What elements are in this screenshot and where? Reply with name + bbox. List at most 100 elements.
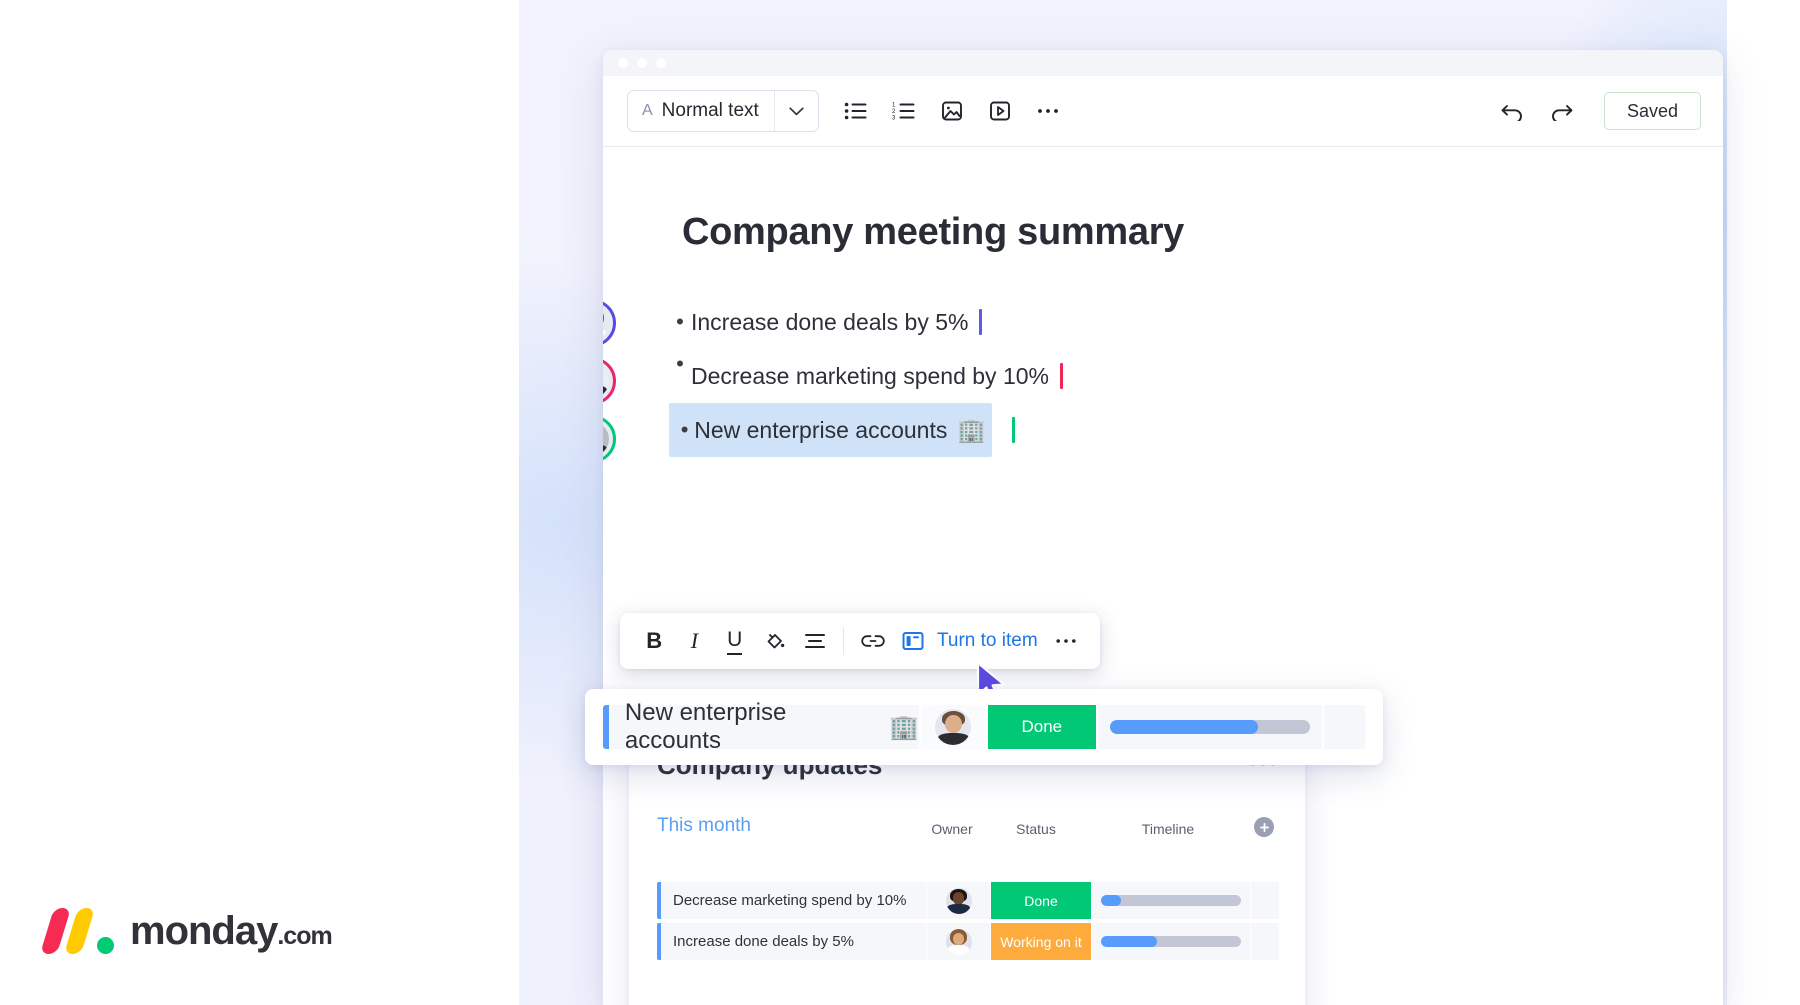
collaborator-caret [1059, 363, 1063, 389]
bullet-marker: • [676, 309, 684, 334]
row-tail-cell [1323, 705, 1366, 749]
avatar[interactable] [603, 415, 616, 463]
logo-name: monday [130, 908, 278, 953]
logo-suffix: .com [277, 921, 332, 950]
dragged-item-row[interactable]: New enterprise accounts 🏢 Done [585, 689, 1383, 765]
window-maximize-dot[interactable] [656, 58, 666, 68]
collaborator-avatars [603, 299, 616, 473]
italic-label: I [690, 628, 699, 653]
bullet-marker: • [676, 351, 684, 376]
browser-window: A Normal text 1 2 3 Saved Company meetin… [603, 50, 1723, 1005]
row-tail-cell [1251, 882, 1279, 919]
row-name[interactable]: Decrease marketing spend by 10% [661, 882, 927, 919]
link-icon[interactable] [852, 619, 892, 663]
collaborator-caret [1012, 417, 1015, 443]
monday-logo: monday.com [39, 908, 333, 954]
row-name[interactable]: Increase done deals by 5% [661, 923, 927, 960]
collaborator-caret [979, 309, 983, 335]
avatar-image [603, 364, 609, 398]
dragged-item-status[interactable]: Done [987, 705, 1096, 749]
toolbar-more-icon[interactable] [1027, 90, 1069, 132]
saved-button-label: Saved [1626, 100, 1678, 121]
logo-wordmark: monday.com [130, 908, 333, 954]
bullet-text: New enterprise accounts [694, 416, 948, 443]
table-row[interactable]: Increase done deals by 5% Working on it [657, 923, 1279, 960]
bullet-marker: • [680, 417, 689, 442]
saved-button[interactable]: Saved [1603, 92, 1701, 130]
dragged-item-name: New enterprise accounts [624, 699, 787, 754]
timeline-track [1109, 720, 1310, 734]
avatar[interactable] [603, 299, 616, 347]
building-emoji: 🏢 [889, 713, 920, 741]
bold-label: B [646, 628, 663, 653]
window-minimize-dot[interactable] [637, 58, 647, 68]
align-icon[interactable] [795, 619, 835, 663]
row-timeline[interactable] [1091, 923, 1251, 960]
column-header-timeline[interactable]: Timeline [1087, 821, 1249, 837]
table-row[interactable]: Decrease marketing spend by 10% Done [657, 882, 1279, 919]
paint-bucket-icon[interactable] [755, 619, 795, 663]
bullet-item-selected[interactable]: • New enterprise accounts 🏢 [669, 403, 992, 457]
timeline-track [1101, 936, 1241, 947]
svg-text:1: 1 [892, 103, 896, 109]
row-owner[interactable] [927, 882, 991, 919]
bulleted-list-icon[interactable] [835, 90, 877, 132]
row-tail-cell [1251, 923, 1279, 960]
column-header-status[interactable]: Status [985, 821, 1087, 837]
status-label: Done [1024, 892, 1058, 909]
row-owner[interactable] [927, 923, 991, 960]
text-style-value-wrap: A Normal text [628, 91, 774, 131]
monday-logo-mark [39, 908, 122, 954]
undo-icon[interactable] [1492, 90, 1534, 132]
bullet-list: • Increase done deals by 5% • Decrease m… [603, 295, 1369, 463]
text-style-select[interactable]: A Normal text [627, 90, 819, 132]
bullet-item[interactable]: • Decrease marketing spend by 10% [669, 349, 1369, 403]
numbered-list-icon[interactable]: 1 2 3 [883, 90, 925, 132]
avatar [945, 928, 972, 955]
redo-icon[interactable] [1540, 90, 1582, 132]
avatar-image [603, 422, 609, 456]
editor-toolbar: A Normal text 1 2 3 Saved [603, 76, 1723, 147]
image-icon[interactable] [931, 90, 973, 132]
format-more-icon[interactable] [1046, 619, 1086, 663]
status-label: Done [1021, 717, 1063, 736]
board-column-headers: This month Owner Status Timeline [657, 815, 1279, 837]
row-status[interactable]: Done [991, 882, 1091, 919]
avatar [945, 887, 972, 914]
svg-text:3: 3 [892, 116, 896, 122]
timeline-fill [1109, 720, 1258, 734]
column-header-owner[interactable]: Owner [919, 821, 985, 837]
bullet-text: Increase done deals by 5% [691, 308, 969, 335]
page-background-right-edge [1727, 0, 1800, 1005]
dragged-item-owner[interactable] [921, 705, 986, 749]
italic-icon[interactable]: I [674, 619, 714, 663]
window-close-dot[interactable] [618, 58, 628, 68]
underline-icon[interactable]: U [715, 619, 755, 663]
turn-to-item-icon[interactable] [893, 619, 933, 663]
video-icon[interactable] [979, 90, 1021, 132]
toolbar-divider [843, 627, 845, 655]
text-style-icon: A [642, 102, 653, 119]
row-timeline[interactable] [1091, 882, 1251, 919]
bold-icon[interactable]: B [634, 619, 674, 663]
format-toolbar-popup: B I U Turn to item [620, 613, 1100, 703]
svg-text:2: 2 [892, 109, 896, 115]
text-style-value: Normal text [661, 100, 759, 121]
dragged-item-timeline[interactable] [1097, 705, 1322, 749]
group-title[interactable]: This month [657, 815, 751, 837]
document-body: Company meeting summary • Increase done … [603, 147, 1723, 1005]
turn-to-item-button[interactable]: Turn to item [937, 630, 1038, 652]
building-emoji: 🏢 [957, 416, 986, 443]
bullet-item[interactable]: • Increase done deals by 5% [669, 295, 1369, 349]
avatar[interactable] [603, 357, 616, 405]
timeline-fill [1101, 895, 1121, 906]
timeline-fill [1101, 936, 1157, 947]
row-status[interactable]: Working on it [991, 923, 1091, 960]
bullet-text: Decrease marketing spend by 10% [691, 362, 1049, 389]
dragged-item-name-cell[interactable]: New enterprise accounts 🏢 [608, 699, 920, 754]
add-column-button[interactable] [1254, 817, 1274, 837]
status-label: Working on it [1000, 933, 1082, 950]
avatar-image [603, 306, 609, 340]
chevron-down-icon[interactable] [773, 91, 818, 131]
underline-label: U [727, 628, 743, 655]
